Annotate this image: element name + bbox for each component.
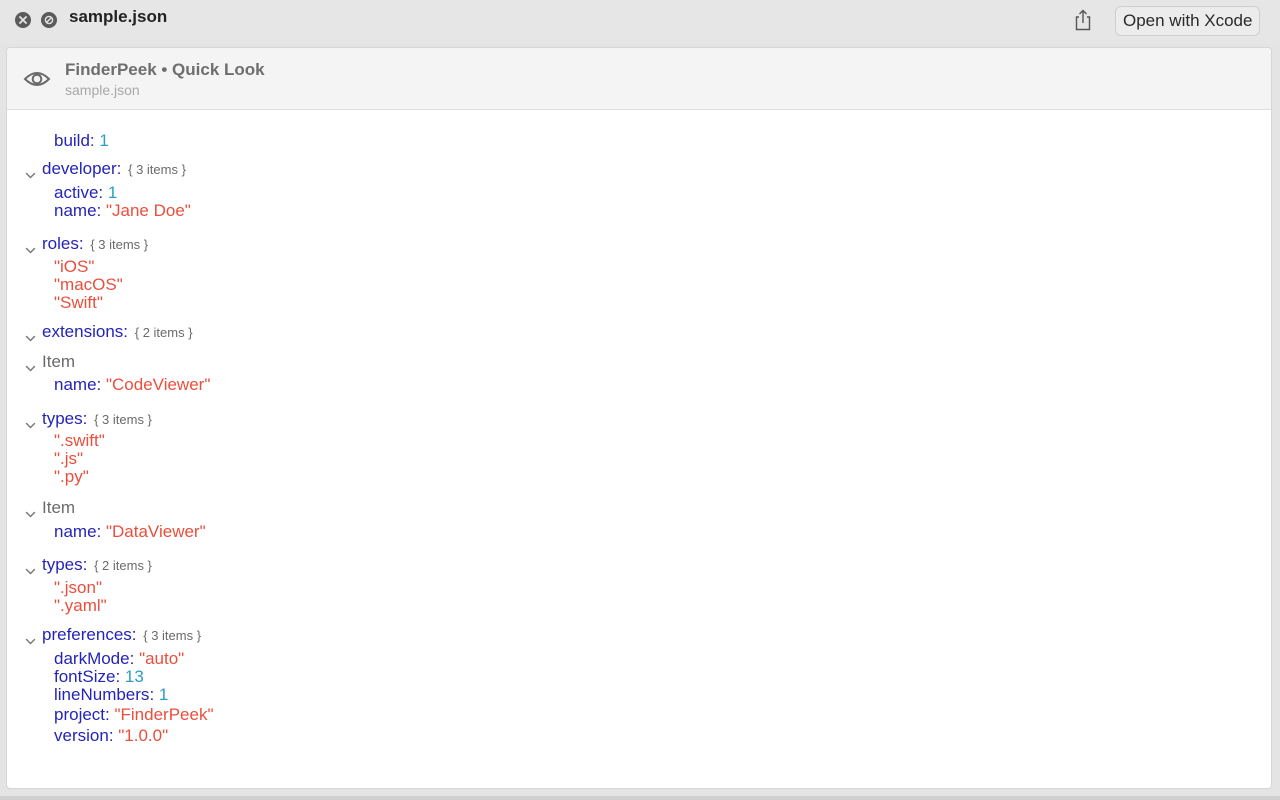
json-value: "auto" bbox=[139, 649, 185, 668]
item-label: Item bbox=[42, 352, 76, 371]
item-count: { 2 items } bbox=[134, 325, 193, 340]
tree-kv-row: project: "FinderPeek" bbox=[54, 705, 214, 724]
json-key: name bbox=[54, 522, 97, 541]
tree-item-row: Item bbox=[25, 498, 76, 518]
chevron-down-icon[interactable] bbox=[25, 358, 36, 378]
json-value: "iOS" bbox=[54, 257, 95, 276]
json-value: ".js" bbox=[54, 449, 84, 468]
json-key: fontSize bbox=[54, 667, 116, 686]
item-count: { 3 items } bbox=[90, 237, 149, 252]
json-key: lineNumbers bbox=[54, 685, 150, 704]
chevron-down-icon[interactable] bbox=[25, 631, 36, 651]
tree-kv-row: name: "Jane Doe" bbox=[54, 201, 191, 220]
json-value: 1 bbox=[107, 183, 118, 202]
tree-kv-row: version: "1.0.0" bbox=[54, 726, 169, 745]
json-key: types bbox=[42, 555, 83, 574]
tree-kv-row: darkMode: "auto" bbox=[54, 649, 185, 668]
json-value: 1 bbox=[158, 685, 169, 704]
json-value: 1 bbox=[99, 131, 109, 150]
json-key: developer bbox=[42, 159, 117, 178]
json-key: name bbox=[54, 201, 97, 220]
tree-kv-row: fontSize: 13 bbox=[54, 667, 144, 686]
json-key: active bbox=[54, 183, 99, 202]
json-key: darkMode bbox=[54, 649, 130, 668]
window-title: sample.json bbox=[69, 7, 168, 26]
item-count: { 3 items } bbox=[94, 412, 152, 427]
tree-group-row: types: { 3 items } bbox=[25, 409, 152, 430]
json-key: types bbox=[42, 409, 83, 428]
json-value: "CodeViewer" bbox=[105, 375, 211, 394]
tree-value-row: ".py" bbox=[54, 467, 89, 487]
tree-kv-row: build: 1 bbox=[54, 131, 109, 150]
tree-kv-row: lineNumbers: 1 bbox=[54, 685, 169, 704]
json-key: version bbox=[54, 726, 109, 745]
json-key: build bbox=[54, 131, 90, 150]
chevron-down-icon[interactable] bbox=[25, 328, 36, 348]
tree-item-row: Item bbox=[25, 352, 76, 372]
json-value: "DataViewer" bbox=[105, 522, 206, 541]
tree-value-row: "iOS" bbox=[54, 257, 94, 277]
json-value: "1.0.0" bbox=[118, 726, 169, 745]
tree-kv-row: name: "CodeViewer" bbox=[54, 375, 211, 394]
json-key: roles bbox=[42, 234, 79, 253]
json-value: ".yaml" bbox=[54, 596, 107, 615]
tree-value-row: ".swift" bbox=[54, 431, 105, 451]
json-tree: build: 1 developer: { 3 items } active: 1n… bbox=[7, 48, 1271, 788]
item-count: { 3 items } bbox=[143, 628, 202, 643]
tree-kv-row: name: "DataViewer" bbox=[54, 522, 206, 541]
close-icon[interactable] bbox=[15, 12, 31, 28]
json-value: "macOS" bbox=[54, 275, 123, 294]
json-value: 13 bbox=[124, 667, 144, 686]
tree-group-row: roles: { 3 items } bbox=[25, 234, 149, 255]
tree-group-row: types: { 2 items } bbox=[25, 555, 152, 576]
json-key: extensions bbox=[42, 322, 124, 341]
tree-value-row: ".yaml" bbox=[54, 596, 107, 616]
chevron-down-icon[interactable] bbox=[25, 240, 36, 260]
json-key: project bbox=[54, 705, 106, 724]
tree-group-row: developer: { 3 items } bbox=[25, 159, 186, 180]
tree-value-row: "Swift" bbox=[54, 293, 103, 313]
tree-value-row: ".json" bbox=[54, 578, 102, 598]
json-key: preferences bbox=[42, 625, 132, 644]
item-label: Item bbox=[42, 498, 76, 517]
chevron-down-icon[interactable] bbox=[25, 504, 36, 524]
json-key: name bbox=[54, 375, 97, 394]
json-value: ".py" bbox=[54, 467, 89, 486]
item-count: { 2 items } bbox=[94, 558, 152, 573]
tree-kv-row: active: 1 bbox=[54, 183, 118, 202]
chevron-down-icon[interactable] bbox=[25, 415, 36, 435]
json-value: "Jane Doe" bbox=[105, 201, 191, 220]
quicklook-panel: FinderPeek • Quick Look sample.json buil… bbox=[6, 47, 1272, 789]
chevron-down-icon[interactable] bbox=[25, 165, 36, 185]
minimize-icon[interactable] bbox=[41, 12, 57, 28]
open-with-xcode-button[interactable]: Open with Xcode bbox=[1115, 6, 1261, 36]
json-value: "Swift" bbox=[54, 293, 103, 312]
tree-group-row: extensions: { 2 items } bbox=[25, 322, 193, 343]
share-icon[interactable] bbox=[1072, 8, 1094, 32]
title-bar: sample.json Open with Xcode bbox=[0, 0, 1280, 44]
tree-value-row: "macOS" bbox=[54, 275, 123, 295]
json-value: ".json" bbox=[54, 578, 102, 597]
chevron-down-icon[interactable] bbox=[25, 561, 36, 581]
json-value: "FinderPeek" bbox=[114, 705, 214, 724]
tree-group-row: preferences: { 3 items } bbox=[25, 625, 202, 646]
window-bottom-edge bbox=[0, 796, 1280, 800]
item-count: { 3 items } bbox=[128, 162, 186, 177]
tree-value-row: ".js" bbox=[54, 449, 83, 469]
json-value: ".swift" bbox=[54, 431, 105, 450]
